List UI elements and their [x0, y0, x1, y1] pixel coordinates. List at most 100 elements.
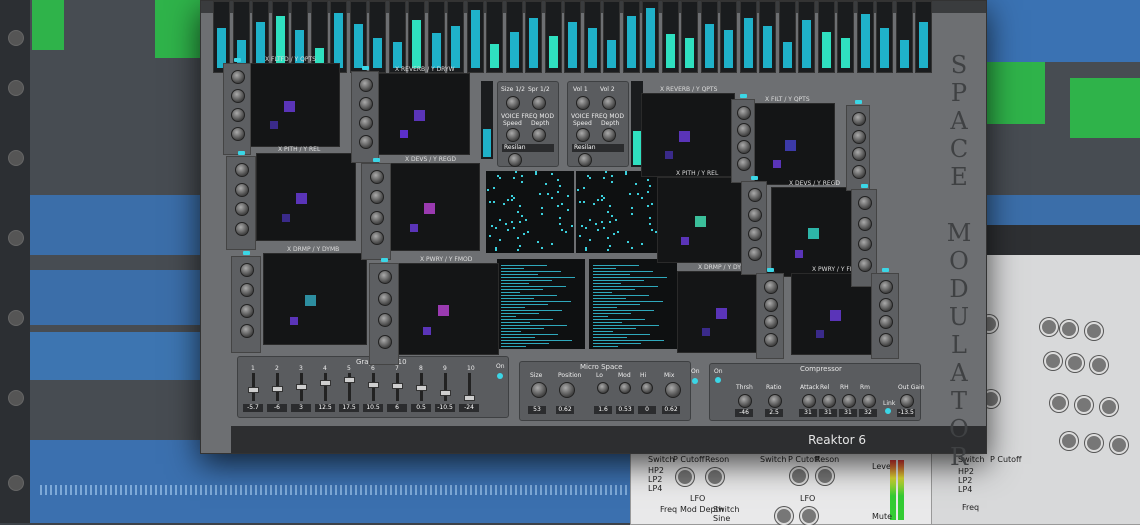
eq-slider-track[interactable]	[392, 373, 403, 401]
mod-knob[interactable]	[858, 216, 872, 231]
mod-knob[interactable]	[378, 334, 392, 349]
volume-knob[interactable]	[576, 96, 590, 110]
xy-handle[interactable]	[438, 304, 449, 316]
mod-knob[interactable]	[879, 315, 893, 329]
xy-handle-secondary[interactable]	[702, 328, 710, 336]
mod-knob[interactable]	[235, 221, 249, 236]
mod-knob[interactable]	[852, 129, 866, 144]
xy-handle[interactable]	[413, 110, 425, 121]
xy-pad[interactable]: X REVERB / Y DRYW	[376, 66, 470, 155]
volume-knob[interactable]	[602, 96, 616, 110]
eq-slider-track[interactable]	[320, 373, 331, 401]
mod-knob[interactable]	[737, 106, 751, 120]
mode-dropdown[interactable]: Resilan	[502, 144, 554, 152]
mod-knob[interactable]	[879, 280, 893, 294]
xy-pad[interactable]: X REVERB / Y QPTS	[641, 86, 735, 177]
eq-slider-thumb[interactable]	[272, 386, 283, 393]
mod-knob[interactable]	[852, 112, 866, 126]
mod-knob[interactable]	[858, 237, 872, 251]
synth-knob[interactable]	[1060, 320, 1078, 338]
eq-slider-thumb[interactable]	[416, 385, 427, 391]
mod-knob[interactable]	[378, 313, 392, 327]
mode-dropdown[interactable]: Resilan	[572, 144, 624, 152]
compressor-knob[interactable]	[768, 394, 782, 408]
depth-knob[interactable]	[532, 128, 546, 142]
eq-slider-track[interactable]	[464, 373, 475, 401]
xy-handle-secondary[interactable]	[681, 236, 689, 245]
eq-slider-track[interactable]	[440, 373, 451, 401]
synth-knob[interactable]	[1100, 398, 1118, 416]
synth-knob[interactable]	[1044, 352, 1062, 370]
mod-knob[interactable]	[231, 70, 245, 84]
synth-knob[interactable]	[676, 468, 694, 486]
link-toggle[interactable]	[885, 408, 891, 414]
spread-knob[interactable]	[532, 96, 546, 110]
micro-on-toggle[interactable]	[692, 378, 698, 384]
toolbar-button[interactable]	[8, 310, 24, 326]
synth-knob[interactable]	[1066, 354, 1084, 372]
mod-knob[interactable]	[370, 210, 384, 225]
mod-knob[interactable]	[231, 89, 245, 103]
micro-knob[interactable]	[641, 382, 653, 394]
synth-knob[interactable]	[1090, 356, 1108, 374]
xy-pad[interactable]: X DEVS / Y REGD	[386, 156, 480, 251]
mod-knob[interactable]	[231, 108, 245, 122]
compressor-knob[interactable]	[802, 394, 816, 408]
xy-handle[interactable]	[283, 100, 295, 112]
xy-handle-secondary[interactable]	[665, 151, 673, 160]
xy-handle[interactable]	[304, 294, 316, 306]
clip-green[interactable]	[155, 0, 205, 58]
mod-knob[interactable]	[764, 280, 778, 294]
mod-knob[interactable]	[748, 188, 762, 202]
toolbar-button[interactable]	[8, 390, 24, 406]
micro-knob[interactable]	[665, 382, 681, 398]
eq-slider-thumb[interactable]	[248, 386, 259, 393]
xy-handle[interactable]	[784, 140, 796, 151]
mod-knob[interactable]	[235, 182, 249, 197]
eq-on-toggle[interactable]	[497, 373, 503, 379]
eq-slider-thumb[interactable]	[296, 383, 307, 390]
xy-handle-secondary[interactable]	[400, 130, 408, 138]
xy-handle-secondary[interactable]	[270, 121, 278, 130]
depth-knob[interactable]	[602, 128, 616, 142]
xy-pad[interactable]: X PWRY / Y FMOD	[397, 256, 499, 355]
micro-knob[interactable]	[597, 382, 609, 394]
micro-knob[interactable]	[559, 382, 575, 398]
toolbar-button[interactable]	[8, 230, 24, 246]
xy-pad[interactable]: X FILT / Y QPTS	[751, 96, 835, 185]
synth-knob[interactable]	[790, 467, 808, 485]
mute-button[interactable]: Mute	[872, 512, 892, 521]
toolbar-button[interactable]	[8, 150, 24, 166]
mod-knob[interactable]	[359, 135, 373, 149]
mod-knob[interactable]	[235, 163, 249, 177]
mode-knob[interactable]	[578, 153, 592, 167]
xy-handle[interactable]	[678, 130, 690, 142]
mod-knob[interactable]	[235, 202, 249, 216]
compressor-knob[interactable]	[842, 394, 856, 408]
mod-knob[interactable]	[240, 303, 254, 318]
xy-handle-secondary[interactable]	[281, 214, 290, 223]
clip-green[interactable]	[1070, 78, 1140, 138]
synth-knob[interactable]	[1085, 322, 1103, 340]
size-knob[interactable]	[506, 96, 520, 110]
eq-slider-track[interactable]	[296, 373, 307, 401]
synth-knob[interactable]	[1060, 432, 1078, 450]
synth-knob[interactable]	[775, 507, 793, 525]
eq-slider-thumb[interactable]	[440, 389, 451, 396]
toolbar-button[interactable]	[8, 475, 24, 491]
eq-slider-track[interactable]	[272, 373, 283, 401]
synth-knob[interactable]	[1040, 318, 1058, 336]
xy-handle-secondary[interactable]	[410, 224, 418, 233]
xy-handle-secondary[interactable]	[772, 160, 781, 168]
mod-knob[interactable]	[748, 227, 762, 241]
xy-pad[interactable]: X FLTFD / Y QPTS	[246, 56, 340, 147]
micro-knob[interactable]	[531, 382, 547, 398]
compressor-knob[interactable]	[822, 394, 836, 408]
mod-knob[interactable]	[359, 116, 373, 130]
mod-knob[interactable]	[231, 127, 245, 141]
mod-knob[interactable]	[359, 78, 373, 92]
xy-pad[interactable]: X DRMP / Y DYMB	[263, 246, 367, 345]
speed-knob[interactable]	[506, 128, 520, 142]
compressor-on-toggle[interactable]	[715, 377, 721, 383]
eq-slider-thumb[interactable]	[464, 394, 475, 401]
